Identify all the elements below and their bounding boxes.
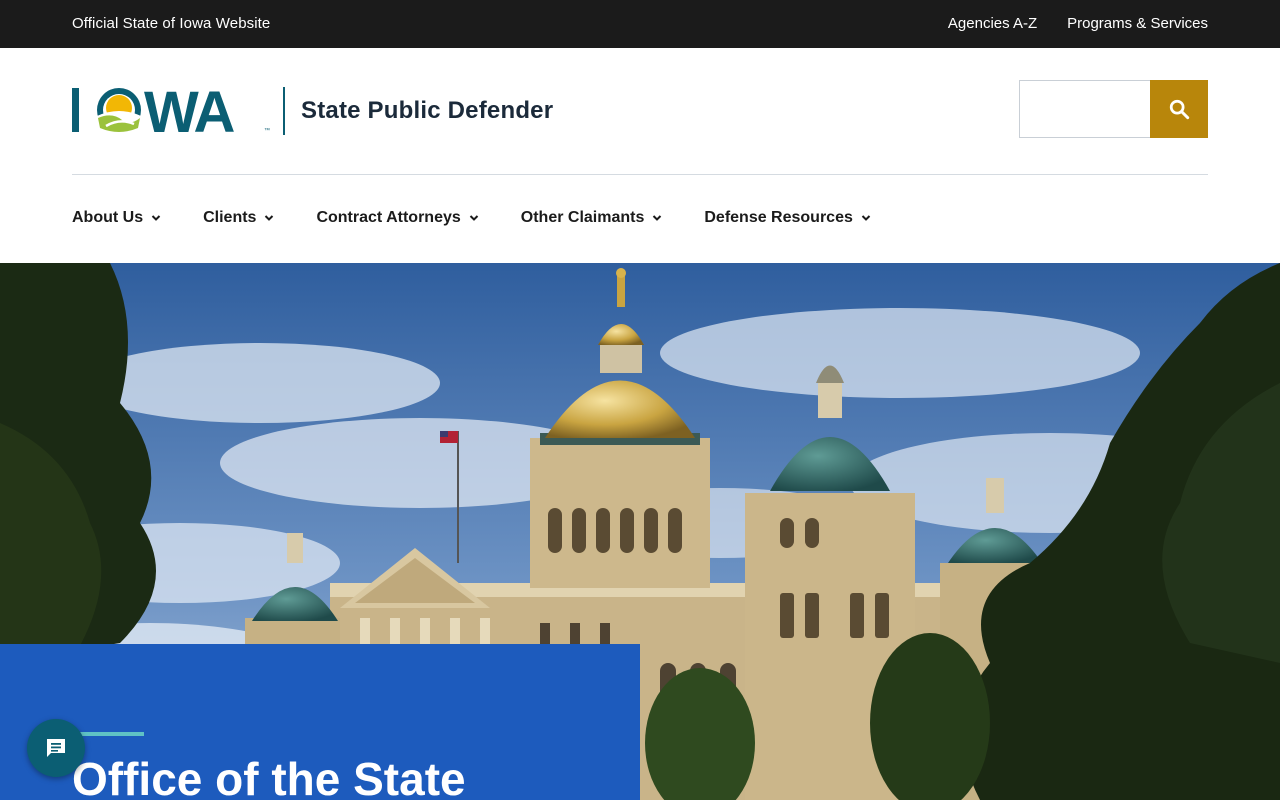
chevron-down-icon (469, 215, 478, 221)
nav-item-label: Other Claimants (520, 209, 645, 226)
logo-divider (283, 87, 285, 135)
search-button[interactable] (1150, 80, 1208, 138)
official-site-notice: Official State of Iowa Website (72, 15, 271, 32)
site-name[interactable]: State Public Defender (301, 97, 553, 125)
accent-bar (72, 732, 144, 736)
search-input[interactable] (1020, 81, 1150, 137)
chevron-down-icon (151, 215, 161, 221)
search-field[interactable] (1019, 80, 1150, 138)
iowa-logo[interactable]: WA ™ (72, 86, 272, 136)
nav-item-label: Clients (203, 209, 257, 226)
nav-item-other-claimants[interactable]: Other Claimants (521, 209, 663, 227)
chevron-down-icon (653, 215, 662, 221)
nav-item-defense-resources[interactable]: Defense Resources (704, 209, 871, 227)
nav-item-label: About Us (72, 209, 144, 226)
hero-title-card: Office of the State (0, 644, 640, 800)
chevron-down-icon (861, 215, 871, 221)
nav-item-about-us[interactable]: About Us (72, 209, 161, 227)
chat-icon (47, 739, 65, 757)
hero-title: Office of the State (72, 753, 466, 800)
main-navigation: About Us Clients Contract Attorneys Othe… (0, 175, 1280, 263)
nav-item-contract-attorneys[interactable]: Contract Attorneys (316, 209, 478, 227)
site-header: WA ™ State Public Defender (0, 48, 1280, 174)
utility-links: Agencies A-Z Programs & Services (948, 15, 1208, 32)
nav-item-clients[interactable]: Clients (203, 209, 274, 227)
programs-services-link[interactable]: Programs & Services (1067, 15, 1208, 32)
search-icon (1169, 99, 1190, 120)
svg-text:WA: WA (144, 86, 235, 136)
agencies-a-z-link[interactable]: Agencies A-Z (948, 15, 1037, 32)
nav-item-label: Contract Attorneys (316, 209, 461, 226)
nav-item-label: Defense Resources (704, 209, 853, 226)
chevron-down-icon (265, 215, 274, 221)
chat-button[interactable] (27, 719, 85, 777)
svg-text:™: ™ (264, 127, 270, 134)
utility-bar: Official State of Iowa Website Agencies … (0, 0, 1280, 48)
